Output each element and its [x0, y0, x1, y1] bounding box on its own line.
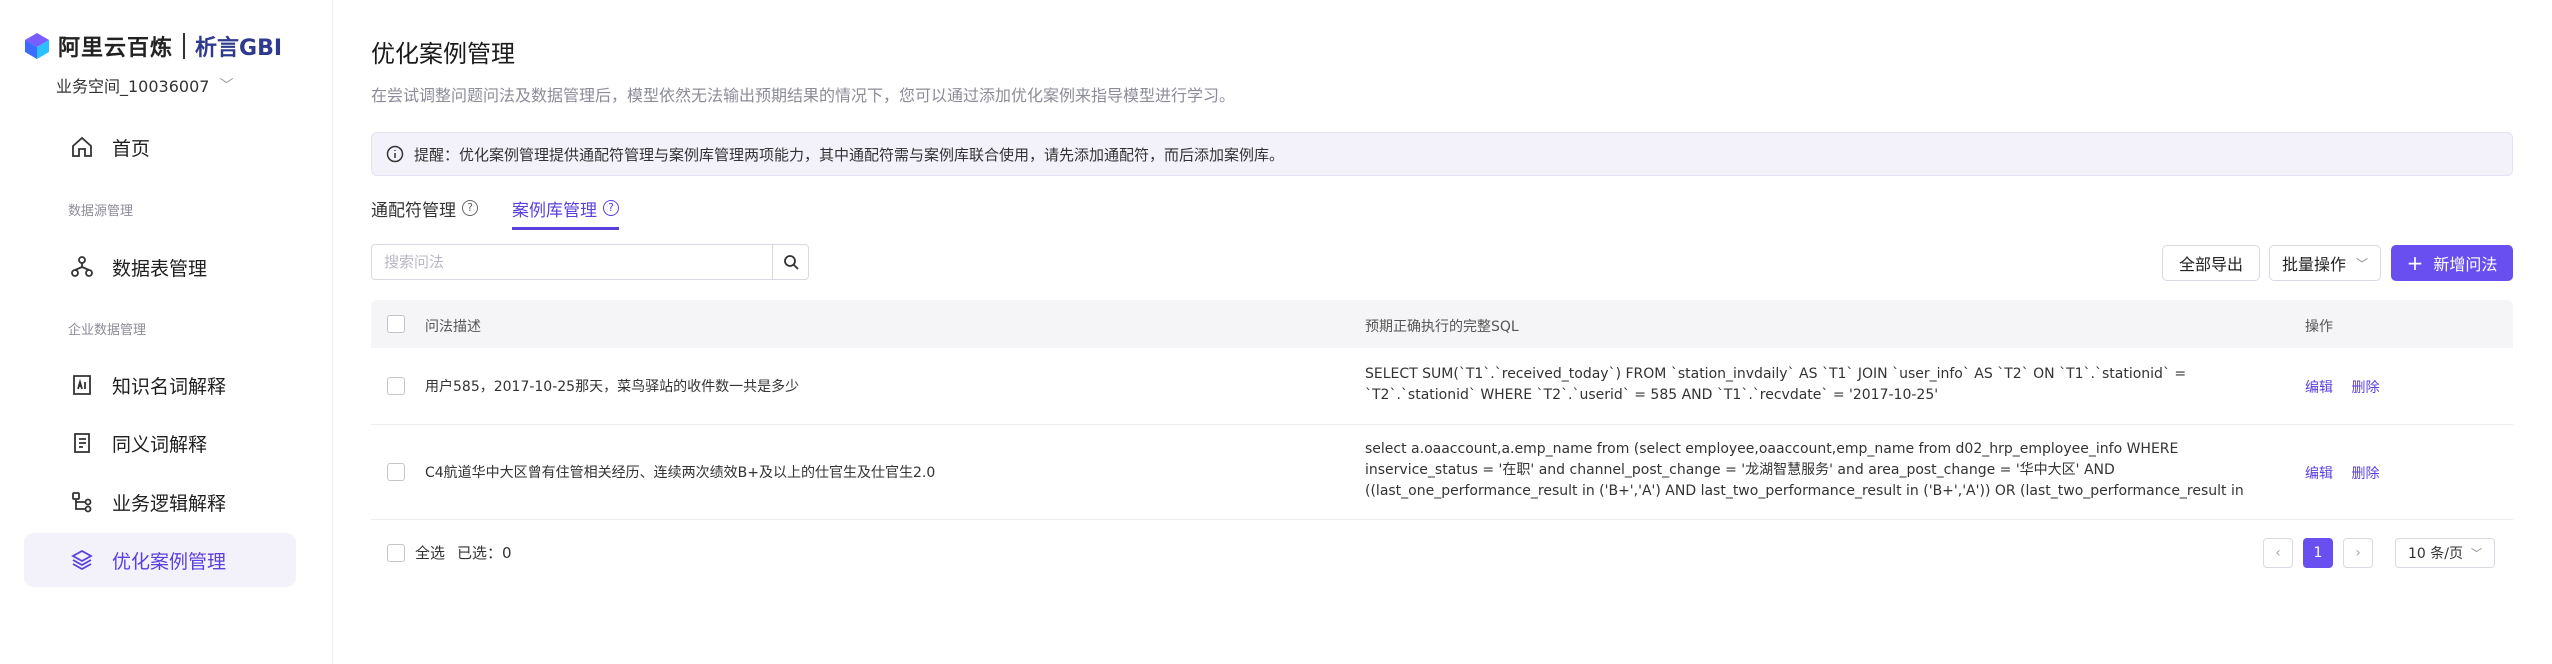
row-checkbox[interactable] [387, 463, 405, 481]
page-number-button[interactable]: 1 [2303, 538, 2333, 568]
sidebar-item-business-logic[interactable]: 业务逻辑解释 [24, 475, 296, 529]
next-page-button[interactable]: › [2343, 538, 2373, 568]
brand: 阿里云百炼 析言GBI [22, 30, 282, 62]
ai-document-icon [73, 375, 91, 395]
select-all-label[interactable]: 全选 [415, 542, 445, 563]
column-header-actions: 操作 [2305, 319, 2333, 335]
chevron-down-icon: ﹀ [219, 78, 234, 94]
brand-subname: 析言GBI [195, 36, 283, 61]
brand-divider [183, 33, 186, 59]
search-icon [783, 255, 799, 270]
sidebar-item-label: 知识名词解释 [112, 375, 227, 398]
delete-link[interactable]: 删除 [2351, 466, 2379, 482]
search-box [371, 244, 809, 280]
pagination: ‹ 1 › 10 条/页 ﹀ [2263, 538, 2495, 568]
workspace-selector[interactable]: 业务空间_10036007 ﹀ [56, 73, 233, 97]
notice-text: 提醒：优化案例管理提供通配符管理与案例库管理两项能力，其中通配符需与案例库联合使… [414, 145, 1285, 164]
batch-operation-dropdown[interactable]: 批量操作 ﹀ [2269, 245, 2381, 281]
select-all-checkbox[interactable] [387, 315, 405, 333]
sidebar-item-table-management[interactable]: 数据表管理 [24, 240, 296, 294]
export-all-label: 全部导出 [2178, 255, 2243, 274]
sidebar-item-label: 优化案例管理 [112, 550, 227, 573]
data-table-icon [71, 256, 93, 277]
sql-cell: SELECT SUM(`T1`.`received_today`) FROM `… [1365, 366, 2187, 403]
actions-cell: 编辑 删除 [2305, 463, 2393, 483]
add-question-button[interactable]: + 新增问法 [2391, 245, 2513, 281]
batch-operation-label: 批量操作 [2282, 255, 2347, 274]
question-cell: 用户585，2017-10-25那天，菜鸟驿站的收件数一共是多少 [425, 379, 800, 395]
case-table: 问法描述 预期正确执行的完整SQL 操作 用户585，2017-10-25那天，… [371, 300, 2513, 520]
chevron-down-icon: ﹀ [2470, 547, 2482, 560]
edit-link[interactable]: 编辑 [2305, 466, 2333, 482]
table-header: 问法描述 预期正确执行的完整SQL 操作 [371, 300, 2513, 348]
edit-link[interactable]: 编辑 [2305, 380, 2333, 396]
actions-cell: 编辑 删除 [2305, 377, 2393, 397]
help-icon[interactable]: ? [462, 200, 478, 216]
nav-group-enterprise: 企业数据管理 [68, 323, 147, 338]
aliyun-bailian-logo-icon [25, 33, 49, 59]
sidebar-item-label: 首页 [112, 137, 151, 160]
delete-link[interactable]: 删除 [2351, 380, 2379, 396]
chevron-down-icon: ﹀ [2356, 256, 2369, 271]
page-description: 在尝试调整问题问法及数据管理后，模型依然无法输出预期结果的情况下，您可以通过添加… [371, 86, 1236, 105]
layers-icon [71, 549, 93, 571]
flow-logic-icon [72, 492, 92, 513]
add-question-label: 新增问法 [2433, 255, 2498, 274]
search-input[interactable] [372, 245, 772, 279]
tab-label: 案例库管理 [512, 200, 597, 221]
column-header-sql: 预期正确执行的完整SQL [1365, 319, 1519, 335]
export-all-button[interactable]: 全部导出 [2162, 245, 2260, 281]
prev-page-button[interactable]: ‹ [2263, 538, 2293, 568]
selection-footer: 全选 已选：0 [387, 542, 512, 563]
sidebar-item-synonyms[interactable]: 同义词解释 [24, 416, 296, 470]
page-size-label: 10 条/页 [2408, 546, 2463, 562]
nav-group-datasource: 数据源管理 [68, 204, 134, 219]
footer-select-all-checkbox[interactable] [387, 543, 405, 562]
search-button[interactable] [772, 245, 808, 279]
sql-cell: select a.oaaccount,a.emp_name from (sele… [1365, 441, 2244, 499]
sidebar-item-label: 业务逻辑解释 [112, 492, 227, 515]
brand-name: 阿里云百炼 [58, 36, 174, 61]
tab-case-library-management[interactable]: 案例库管理 ? [512, 190, 619, 230]
row-checkbox[interactable] [387, 377, 405, 395]
page-title: 优化案例管理 [371, 40, 515, 68]
table-row: 用户585，2017-10-25那天，菜鸟驿站的收件数一共是多少 SELECT … [371, 348, 2513, 425]
selected-count: 已选：0 [457, 544, 512, 562]
sidebar-item-label: 同义词解释 [112, 433, 208, 456]
column-header-question: 问法描述 [425, 319, 481, 335]
tab-wildcard-management[interactable]: 通配符管理 ? [371, 190, 478, 226]
question-cell: C4航道华中大区曾有住管相关经历、连续两次绩效B+及以上的仕官生及仕官生2.0 [425, 465, 936, 481]
help-icon[interactable]: ? [603, 200, 619, 216]
sidebar: 阿里云百炼 析言GBI 业务空间_10036007 ﹀ 首页 数据源管理 数据表… [0, 0, 333, 664]
info-icon [386, 145, 404, 163]
sidebar-item-home[interactable]: 首页 [24, 120, 296, 174]
page-size-select[interactable]: 10 条/页 ﹀ [2395, 538, 2495, 568]
workspace-label: 业务空间_10036007 [56, 77, 210, 96]
sidebar-item-knowledge-terms[interactable]: 知识名词解释 [24, 358, 296, 412]
table-row: C4航道华中大区曾有住管相关经历、连续两次绩效B+及以上的仕官生及仕官生2.0 … [371, 425, 2513, 520]
sidebar-item-case-optimization[interactable]: 优化案例管理 [24, 533, 296, 587]
notice-banner: 提醒：优化案例管理提供通配符管理与案例库管理两项能力，其中通配符需与案例库联合使… [371, 132, 2513, 176]
plus-icon: + [2406, 251, 2424, 275]
tab-label: 通配符管理 [371, 200, 456, 221]
sidebar-item-label: 数据表管理 [112, 257, 208, 280]
list-document-icon [74, 433, 90, 453]
tabs: 通配符管理 ? 案例库管理 ? [371, 190, 653, 230]
home-icon [72, 136, 92, 157]
